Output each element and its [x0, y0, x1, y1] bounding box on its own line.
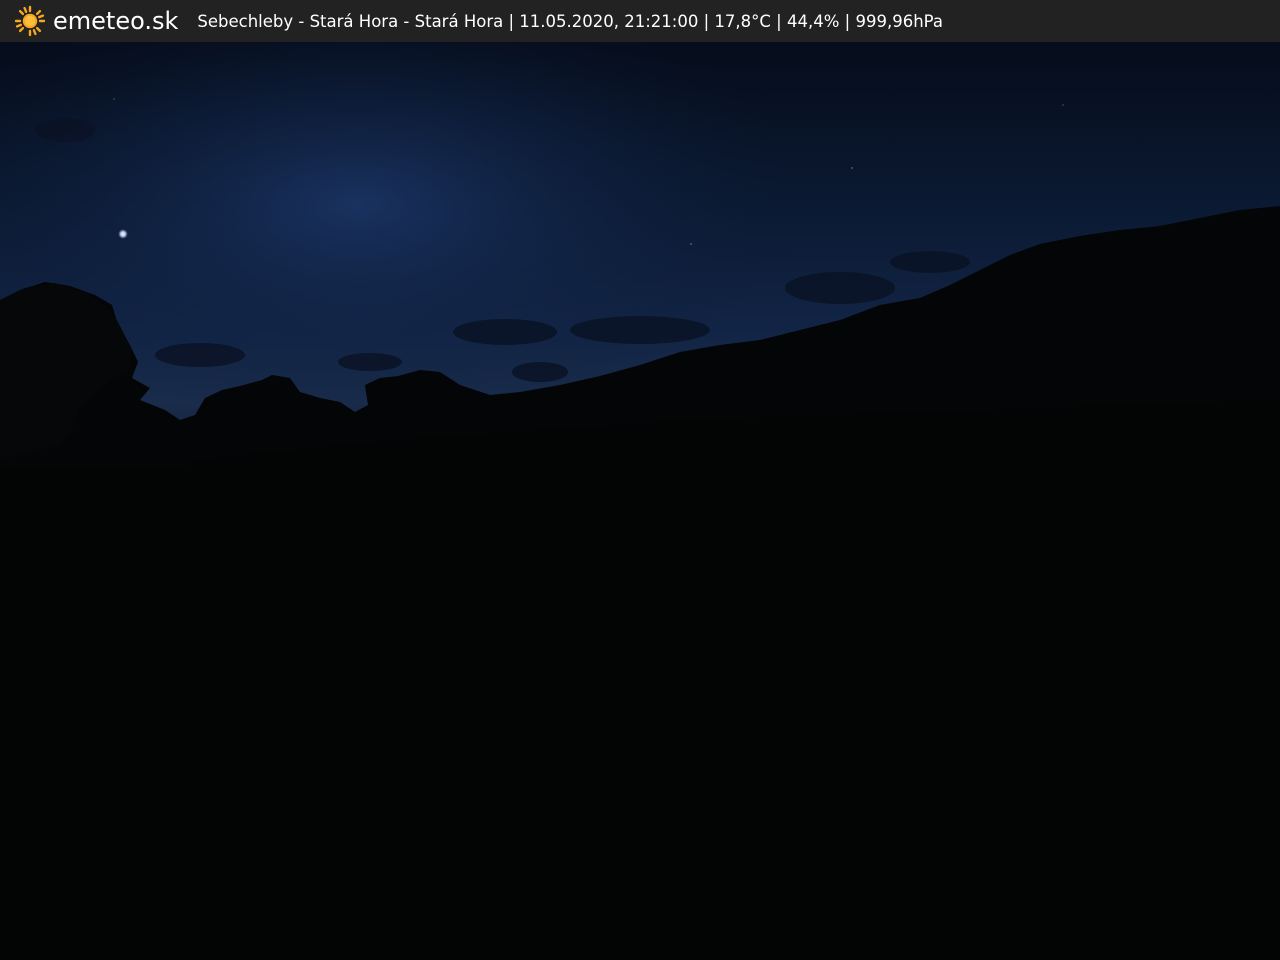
- caption-bar: emeteo.sk Sebechleby - Stará Hora - Star…: [0, 0, 1280, 42]
- pressure-label: 999,96hPa: [855, 11, 943, 31]
- separator: |: [839, 11, 856, 31]
- weather-caption: Sebechleby - Stará Hora - Stará Hora | 1…: [197, 12, 943, 31]
- location-label: Sebechleby - Stará Hora - Stará Hora: [197, 11, 504, 31]
- webcam-image: [0, 0, 1280, 960]
- sun-icon: [14, 5, 46, 37]
- brand-logo[interactable]: emeteo.sk: [14, 0, 178, 42]
- separator: |: [503, 11, 520, 31]
- brand-name: emeteo.sk: [53, 7, 179, 35]
- datetime-label: 11.05.2020, 21:21:00: [519, 11, 699, 31]
- separator: |: [698, 11, 715, 31]
- webcam-frame: emeteo.sk Sebechleby - Stará Hora - Star…: [0, 0, 1280, 960]
- planet-star: [118, 229, 128, 239]
- foreground-shadow: [0, 400, 1280, 960]
- temperature-label: 17,8°C: [714, 11, 771, 31]
- separator: |: [770, 11, 787, 31]
- humidity-label: 44,4%: [787, 11, 840, 31]
